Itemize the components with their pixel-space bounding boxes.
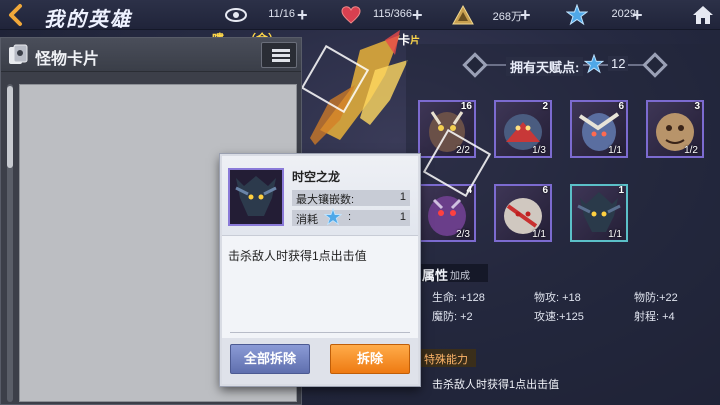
monster-panel-header: 怪物卡片 <box>1 38 301 72</box>
scrollbar-thumb[interactable] <box>7 86 13 168</box>
resource-health: 115/366 + <box>340 4 430 26</box>
card-count: 1/2 <box>684 145 698 156</box>
monster-panel-title: 怪物卡片 <box>35 51 100 68</box>
stat-range: 射程: +4 <box>634 311 675 323</box>
card-count: 2/3 <box>456 229 470 240</box>
remove-all-button[interactable]: 全部拆除 <box>230 344 310 374</box>
vision-plus-button[interactable]: + <box>297 5 308 26</box>
stat-pdef: 物防:+22 <box>634 292 678 304</box>
page-title: 我的英雄 <box>44 9 132 31</box>
monster-card[interactable]: 6 1/1 <box>494 184 552 242</box>
monster-card[interactable]: 1 1/1 <box>570 184 628 242</box>
triangle-icon <box>452 4 474 25</box>
card-level: 6 <box>618 101 624 112</box>
max-slots-row: 最大镶嵌数: 1 <box>292 190 410 206</box>
resource-vision: 11/16 + <box>225 4 315 26</box>
popup-card-name: 时空之龙 <box>292 170 341 184</box>
eye-icon <box>225 8 247 22</box>
back-button[interactable] <box>4 3 28 27</box>
health-plus-button[interactable]: + <box>412 5 423 26</box>
max-slots-label: 最大镶嵌数: <box>296 194 355 206</box>
talent-points-label: 拥有天赋点: <box>506 57 584 76</box>
popup-card-desc: 击杀敌人时获得1点出击值 <box>228 249 367 263</box>
resource-crystal: 2029 + <box>566 4 656 26</box>
monster-card[interactable]: 3 1/2 <box>646 100 704 158</box>
card-level: 1 <box>618 185 624 196</box>
card-count: 1/1 <box>608 145 622 156</box>
attributes-title-sub: 加成 <box>450 271 470 282</box>
crystal-value: 2029 <box>611 8 636 20</box>
card-level: 2 <box>542 101 548 112</box>
special-ability-title: 特殊能力 <box>424 354 468 366</box>
crystal-plus-button[interactable]: + <box>632 5 643 26</box>
heart-icon <box>341 6 361 24</box>
gold-plus-button[interactable]: + <box>520 5 531 26</box>
star-icon <box>566 4 588 26</box>
remove-button[interactable]: 拆除 <box>330 344 410 374</box>
top-bar: 我的英雄 11/16 + 115/366 + 268万 + 2029 + <box>0 0 720 31</box>
stat-aspd: 攻速:+125 <box>534 311 584 323</box>
popup-divider <box>230 332 410 333</box>
cost-colon: : <box>348 211 352 223</box>
back-arrow-icon <box>9 4 22 26</box>
dragon-portrait-icon <box>230 170 282 224</box>
card-count: 1/1 <box>532 229 546 240</box>
special-ability-desc: 击杀敌人时获得1点出击值 <box>432 379 560 391</box>
list-view-button[interactable] <box>261 42 297 68</box>
resource-gold: 268万 + <box>452 4 542 26</box>
health-value: 115/366 <box>373 8 412 20</box>
gold-value: 268万 <box>492 11 522 23</box>
cost-value: 1 <box>399 211 406 223</box>
stat-mdef: 魔防: +2 <box>432 311 473 323</box>
card-level: 16 <box>460 101 472 112</box>
home-icon[interactable] <box>692 4 714 26</box>
popup-card-thumbnail <box>228 168 284 226</box>
card-level: 6 <box>542 185 548 196</box>
stat-hp: 生命: +128 <box>432 292 485 304</box>
stat-patk: 物攻: +18 <box>534 292 581 304</box>
talent-star-icon <box>584 54 604 74</box>
cost-label: 消耗 <box>296 214 318 226</box>
attributes-title: 属性 <box>422 268 449 283</box>
card-count: 1/3 <box>532 145 546 156</box>
monster-card[interactable]: 6 1/1 <box>570 100 628 158</box>
card-icon <box>9 44 28 64</box>
vision-value: 11/16 <box>268 8 295 20</box>
cost-row: 消耗 : 1 <box>292 208 410 226</box>
monster-card[interactable]: 2 1/3 <box>494 100 552 158</box>
card-count: 1/1 <box>608 229 622 240</box>
card-detail-popup: 时空之龙 最大镶嵌数: 1 消耗 : 1 击杀敌人时获得1点出击值 全部拆除 拆… <box>220 154 420 386</box>
star-icon <box>324 208 342 226</box>
game-screen: 嘍 （金） 卡片 我的英雄 11/16 + 115/366 + <box>0 0 720 405</box>
max-slots-value: 1 <box>399 191 406 203</box>
talent-points-value: 12 <box>608 56 629 71</box>
card-level: 3 <box>694 101 700 112</box>
